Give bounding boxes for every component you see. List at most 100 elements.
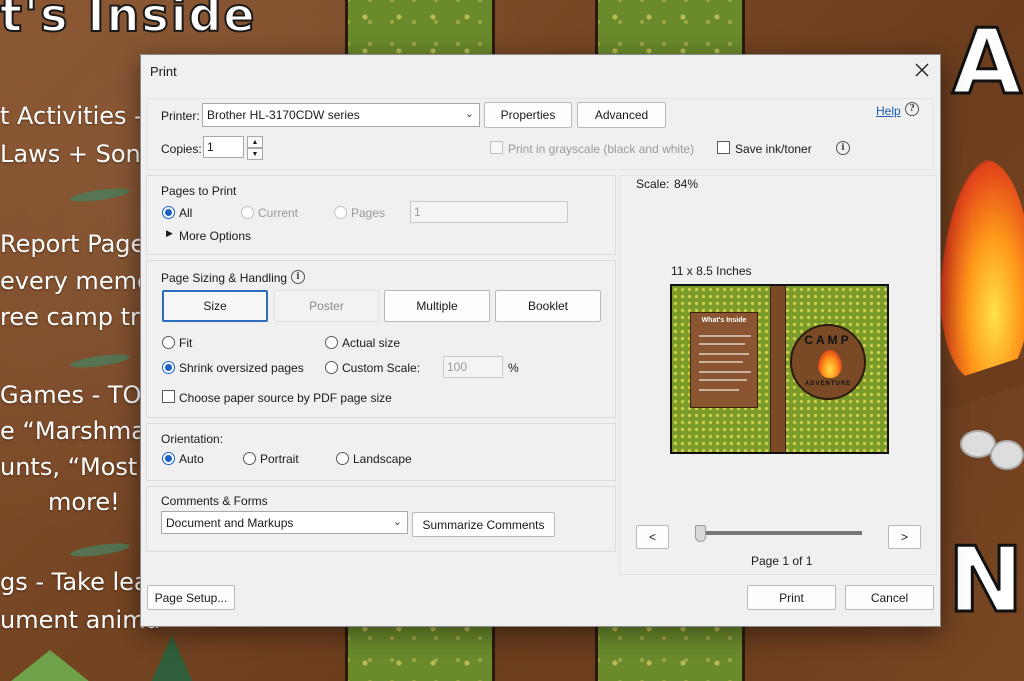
- rock-icon: [990, 440, 1024, 470]
- paper-source-checkbox[interactable]: [162, 390, 175, 403]
- paper-source-label: Choose paper source by PDF page size: [179, 391, 392, 405]
- tree-icon: [150, 635, 194, 681]
- background-line: Games - TO: [0, 381, 142, 409]
- background-line: gs - Take lea: [0, 568, 149, 596]
- background-line: t Activities -: [0, 102, 143, 130]
- pages-to-print-heading: Pages to Print: [161, 184, 237, 198]
- printer-label: Printer:: [161, 109, 200, 123]
- summarize-comments-button[interactable]: Summarize Comments: [412, 512, 555, 537]
- scale-label: Scale:: [636, 177, 670, 191]
- grayscale-checkbox[interactable]: [490, 141, 503, 154]
- copies-label: Copies:: [161, 142, 202, 156]
- fit-radio[interactable]: [162, 336, 175, 349]
- preview-card: What's Inside: [690, 312, 758, 408]
- copies-input[interactable]: 1: [203, 136, 244, 158]
- pages-current-label: Current: [258, 206, 299, 220]
- poster-tab-button[interactable]: Poster: [274, 290, 379, 322]
- booklet-tab-button[interactable]: Booklet: [495, 290, 601, 322]
- multiple-tab-button[interactable]: Multiple: [384, 290, 490, 322]
- orientation-heading: Orientation:: [161, 432, 224, 446]
- background-line: e “Marshmal: [0, 417, 153, 445]
- background-line: more!: [48, 488, 120, 516]
- pages-range-radio[interactable]: [334, 206, 347, 219]
- background-line: Report Page: [0, 230, 146, 258]
- info-icon[interactable]: i: [291, 270, 305, 284]
- campfire-icon: [818, 350, 842, 378]
- preview-text-line: [699, 361, 743, 363]
- background-line: ument anima: [0, 606, 161, 634]
- advanced-button[interactable]: Advanced: [577, 102, 666, 128]
- paper-size-label: 11 x 8.5 Inches: [671, 264, 752, 278]
- properties-button[interactable]: Properties: [484, 102, 572, 128]
- orientation-portrait-radio[interactable]: [243, 452, 256, 465]
- chevron-down-icon: ⌄: [464, 108, 474, 120]
- close-icon: [915, 63, 929, 77]
- dialog-titlebar: Print: [141, 55, 940, 87]
- help-link[interactable]: Help: [876, 104, 901, 118]
- comments-forms-heading: Comments & Forms: [161, 494, 268, 508]
- dialog-title: Print: [150, 64, 177, 79]
- help-icon[interactable]: ?: [905, 102, 919, 116]
- scale-value: 84%: [674, 177, 699, 191]
- save-ink-checkbox[interactable]: [717, 141, 730, 154]
- background-line: every memor: [0, 267, 162, 295]
- previous-page-button[interactable]: <: [636, 525, 669, 549]
- orientation-auto-label: Auto: [179, 452, 204, 466]
- preview-text-line: [699, 343, 745, 345]
- close-button[interactable]: [904, 55, 940, 85]
- pages-current-radio[interactable]: [241, 206, 254, 219]
- printer-value: Brother HL-3170CDW series: [207, 108, 360, 122]
- page-slider-thumb[interactable]: [695, 525, 706, 542]
- preview-text-line: [699, 335, 751, 337]
- comments-forms-select[interactable]: Document and Markups ⌄: [161, 511, 408, 534]
- orientation-portrait-label: Portrait: [260, 452, 299, 466]
- page-sizing-heading: Page Sizing & Handling: [161, 271, 288, 285]
- preview-text-line: [699, 379, 747, 381]
- preview-stripe: [770, 286, 786, 452]
- page-preview: What's Inside CAMP ADVENTURE: [670, 284, 889, 454]
- pages-all-label: All: [179, 206, 193, 220]
- custom-scale-label: Custom Scale:: [342, 361, 421, 375]
- pages-range-input[interactable]: 1: [410, 201, 568, 223]
- save-ink-label: Save ink/toner: [735, 142, 812, 156]
- background-line: ree camp tri: [0, 303, 147, 331]
- print-dialog: Print Printer: Brother HL-3170CDW series…: [140, 54, 941, 627]
- page-setup-button[interactable]: Page Setup...: [147, 585, 235, 610]
- preview-card-title: What's Inside: [701, 317, 747, 324]
- badge-top-text: CAMP: [804, 333, 852, 347]
- page-slider-track[interactable]: [696, 531, 862, 535]
- orientation-landscape-label: Landscape: [353, 452, 412, 466]
- custom-scale-radio[interactable]: [325, 361, 338, 374]
- badge-bottom-text: ADVENTURE: [804, 381, 852, 387]
- expand-triangle-icon[interactable]: ▶: [166, 228, 173, 239]
- print-button[interactable]: Print: [747, 585, 836, 610]
- background-letter: N: [946, 527, 1024, 635]
- orientation-landscape-radio[interactable]: [336, 452, 349, 465]
- actual-size-label: Actual size: [342, 336, 401, 350]
- copies-decrement[interactable]: ▼: [247, 148, 263, 160]
- preview-text-line: [699, 353, 749, 355]
- cancel-button[interactable]: Cancel: [845, 585, 934, 610]
- shrink-oversized-radio[interactable]: [162, 361, 175, 374]
- orientation-auto-radio[interactable]: [162, 452, 175, 465]
- custom-scale-input[interactable]: 100: [443, 356, 503, 378]
- pages-all-radio[interactable]: [162, 206, 175, 219]
- next-page-button[interactable]: >: [888, 525, 921, 549]
- info-icon[interactable]: i: [836, 141, 850, 155]
- comments-forms-value: Document and Markups: [166, 516, 294, 530]
- tent-icon: [0, 650, 100, 681]
- shrink-oversized-label: Shrink oversized pages: [179, 361, 304, 375]
- preview-text-line: [699, 389, 739, 391]
- more-options-toggle[interactable]: More Options: [179, 229, 251, 243]
- background-line: unts, “Most: [0, 453, 138, 481]
- printer-select[interactable]: Brother HL-3170CDW series ⌄: [202, 103, 480, 127]
- fit-label: Fit: [179, 336, 193, 350]
- page-info: Page 1 of 1: [751, 554, 813, 568]
- actual-size-radio[interactable]: [325, 336, 338, 349]
- size-tab-button[interactable]: Size: [162, 290, 268, 322]
- pages-range-label: Pages: [351, 206, 386, 220]
- grayscale-label: Print in grayscale (black and white): [508, 142, 695, 156]
- background-line: Laws + Song: [0, 140, 156, 168]
- preview-text-line: [699, 371, 751, 373]
- copies-increment[interactable]: ▲: [247, 136, 263, 148]
